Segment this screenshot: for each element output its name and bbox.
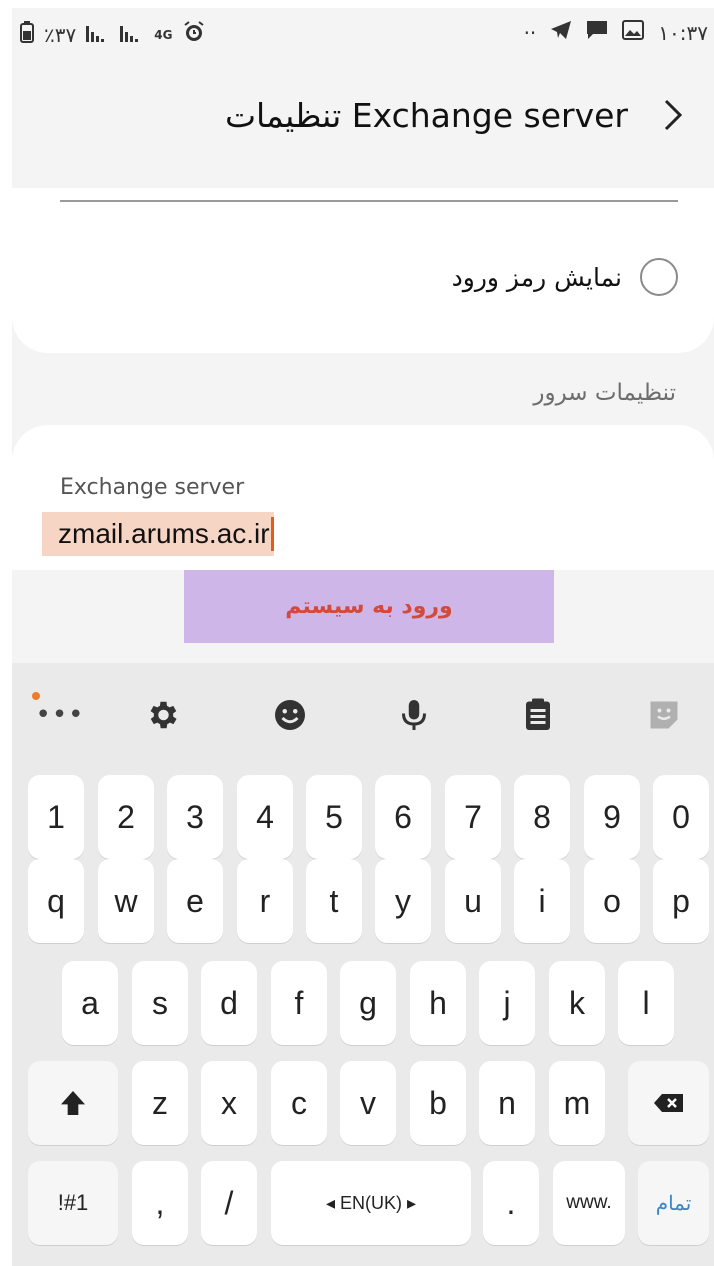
more-options-button[interactable]: ••• — [31, 692, 85, 737]
sticker-icon — [650, 701, 678, 729]
show-password-label: نمایش رمز ورود — [451, 262, 622, 292]
key-x[interactable]: x — [201, 1061, 257, 1145]
key-h[interactable]: h — [410, 961, 466, 1045]
key-9[interactable]: 9 — [584, 775, 640, 859]
key-v[interactable]: v — [340, 1061, 396, 1145]
keyboard-toolbar: ••• — [12, 663, 714, 763]
keyboard: ••• 1 2 3 4 5 6 7 8 9 0 q w e r t y u i … — [12, 663, 714, 1266]
key-4[interactable]: 4 — [237, 775, 293, 859]
key-i[interactable]: i — [514, 859, 570, 943]
show-password-option[interactable]: نمایش رمز ورود — [452, 258, 678, 296]
shift-icon — [61, 1091, 85, 1115]
battery-percent: ٪۳۷ — [44, 23, 77, 47]
key-n[interactable]: n — [479, 1061, 535, 1145]
key-a[interactable]: a — [62, 961, 118, 1045]
sticker-button[interactable] — [642, 693, 686, 737]
key-c[interactable]: c — [271, 1061, 327, 1145]
key-o[interactable]: o — [584, 859, 640, 943]
gallery-icon — [622, 20, 645, 46]
key-k[interactable]: k — [549, 961, 605, 1045]
message-icon — [586, 20, 608, 46]
status-bar: ٪۳۷ 4G ·· ۱۰:۳۷ — [12, 8, 714, 58]
back-button[interactable] — [652, 94, 694, 136]
exchange-server-input[interactable]: zmail.arums.ac.ir — [42, 512, 274, 556]
more-icon: ••• — [31, 692, 85, 730]
clipboard-button[interactable] — [516, 693, 560, 737]
signal-icon-2 — [120, 22, 144, 48]
exchange-server-value: zmail.arums.ac.ir — [58, 518, 270, 549]
key-1[interactable]: 1 — [28, 775, 84, 859]
gear-icon — [150, 701, 177, 729]
key-b[interactable]: b — [410, 1061, 466, 1145]
signal-icon — [86, 22, 110, 48]
key-q[interactable]: q — [28, 859, 84, 943]
emoji-icon — [275, 700, 305, 730]
key-w[interactable]: w — [98, 859, 154, 943]
key-s[interactable]: s — [132, 961, 188, 1045]
key-3[interactable]: 3 — [167, 775, 223, 859]
more-dots: ·· — [523, 21, 537, 45]
clipboard-icon — [526, 698, 550, 730]
key-2[interactable]: 2 — [98, 775, 154, 859]
www-key[interactable]: www. — [553, 1161, 625, 1245]
key-u[interactable]: u — [445, 859, 501, 943]
telegram-icon — [550, 20, 572, 46]
alarm-icon — [182, 20, 206, 50]
settings-button[interactable] — [140, 693, 184, 737]
key-z[interactable]: z — [132, 1061, 188, 1145]
key-6[interactable]: 6 — [375, 775, 431, 859]
show-password-radio[interactable] — [640, 258, 678, 296]
microphone-icon — [402, 700, 426, 730]
key-y[interactable]: y — [375, 859, 431, 943]
chevron-right-icon — [664, 99, 683, 131]
comma-key[interactable]: , — [132, 1161, 188, 1245]
shift-key[interactable] — [28, 1061, 118, 1145]
symbols-key[interactable]: !#1 — [28, 1161, 118, 1245]
space-key[interactable]: ◂ EN(UK) ▸ — [271, 1161, 471, 1245]
key-8[interactable]: 8 — [514, 775, 570, 859]
exchange-server-label: Exchange server — [60, 475, 245, 500]
key-p[interactable]: p — [653, 859, 709, 943]
key-g[interactable]: g — [340, 961, 396, 1045]
app-header: تنظیمات Exchange server — [12, 58, 714, 188]
server-card: Exchange server zmail.arums.ac.ir — [12, 425, 714, 570]
login-button[interactable]: ورود به سیستم — [184, 570, 554, 643]
backspace-key[interactable] — [628, 1061, 709, 1145]
period-key[interactable]: . — [483, 1161, 539, 1245]
key-r[interactable]: r — [237, 859, 293, 943]
key-l[interactable]: l — [618, 961, 674, 1045]
backspace-icon — [653, 1094, 683, 1112]
status-right: ·· ۱۰:۳۷ — [524, 20, 708, 46]
key-f[interactable]: f — [271, 961, 327, 1045]
done-key[interactable]: تمام — [638, 1161, 709, 1245]
key-0[interactable]: 0 — [653, 775, 709, 859]
network-type: 4G — [154, 28, 173, 42]
key-e[interactable]: e — [167, 859, 223, 943]
battery-icon — [20, 21, 34, 49]
key-d[interactable]: d — [201, 961, 257, 1045]
server-settings-title: تنظیمات سرور — [533, 380, 676, 406]
divider — [60, 200, 678, 202]
key-5[interactable]: 5 — [306, 775, 362, 859]
options-card: نمایش رمز ورود — [12, 188, 714, 353]
key-m[interactable]: m — [549, 1061, 605, 1145]
slash-key[interactable]: / — [201, 1161, 257, 1245]
key-t[interactable]: t — [306, 859, 362, 943]
status-left: ٪۳۷ 4G — [20, 20, 206, 50]
voice-input-button[interactable] — [392, 693, 436, 737]
clock: ۱۰:۳۷ — [658, 21, 708, 45]
page-title: تنظیمات Exchange server — [224, 96, 628, 135]
key-j[interactable]: j — [479, 961, 535, 1045]
text-cursor — [270, 517, 274, 551]
key-7[interactable]: 7 — [445, 775, 501, 859]
emoji-button[interactable] — [268, 693, 312, 737]
